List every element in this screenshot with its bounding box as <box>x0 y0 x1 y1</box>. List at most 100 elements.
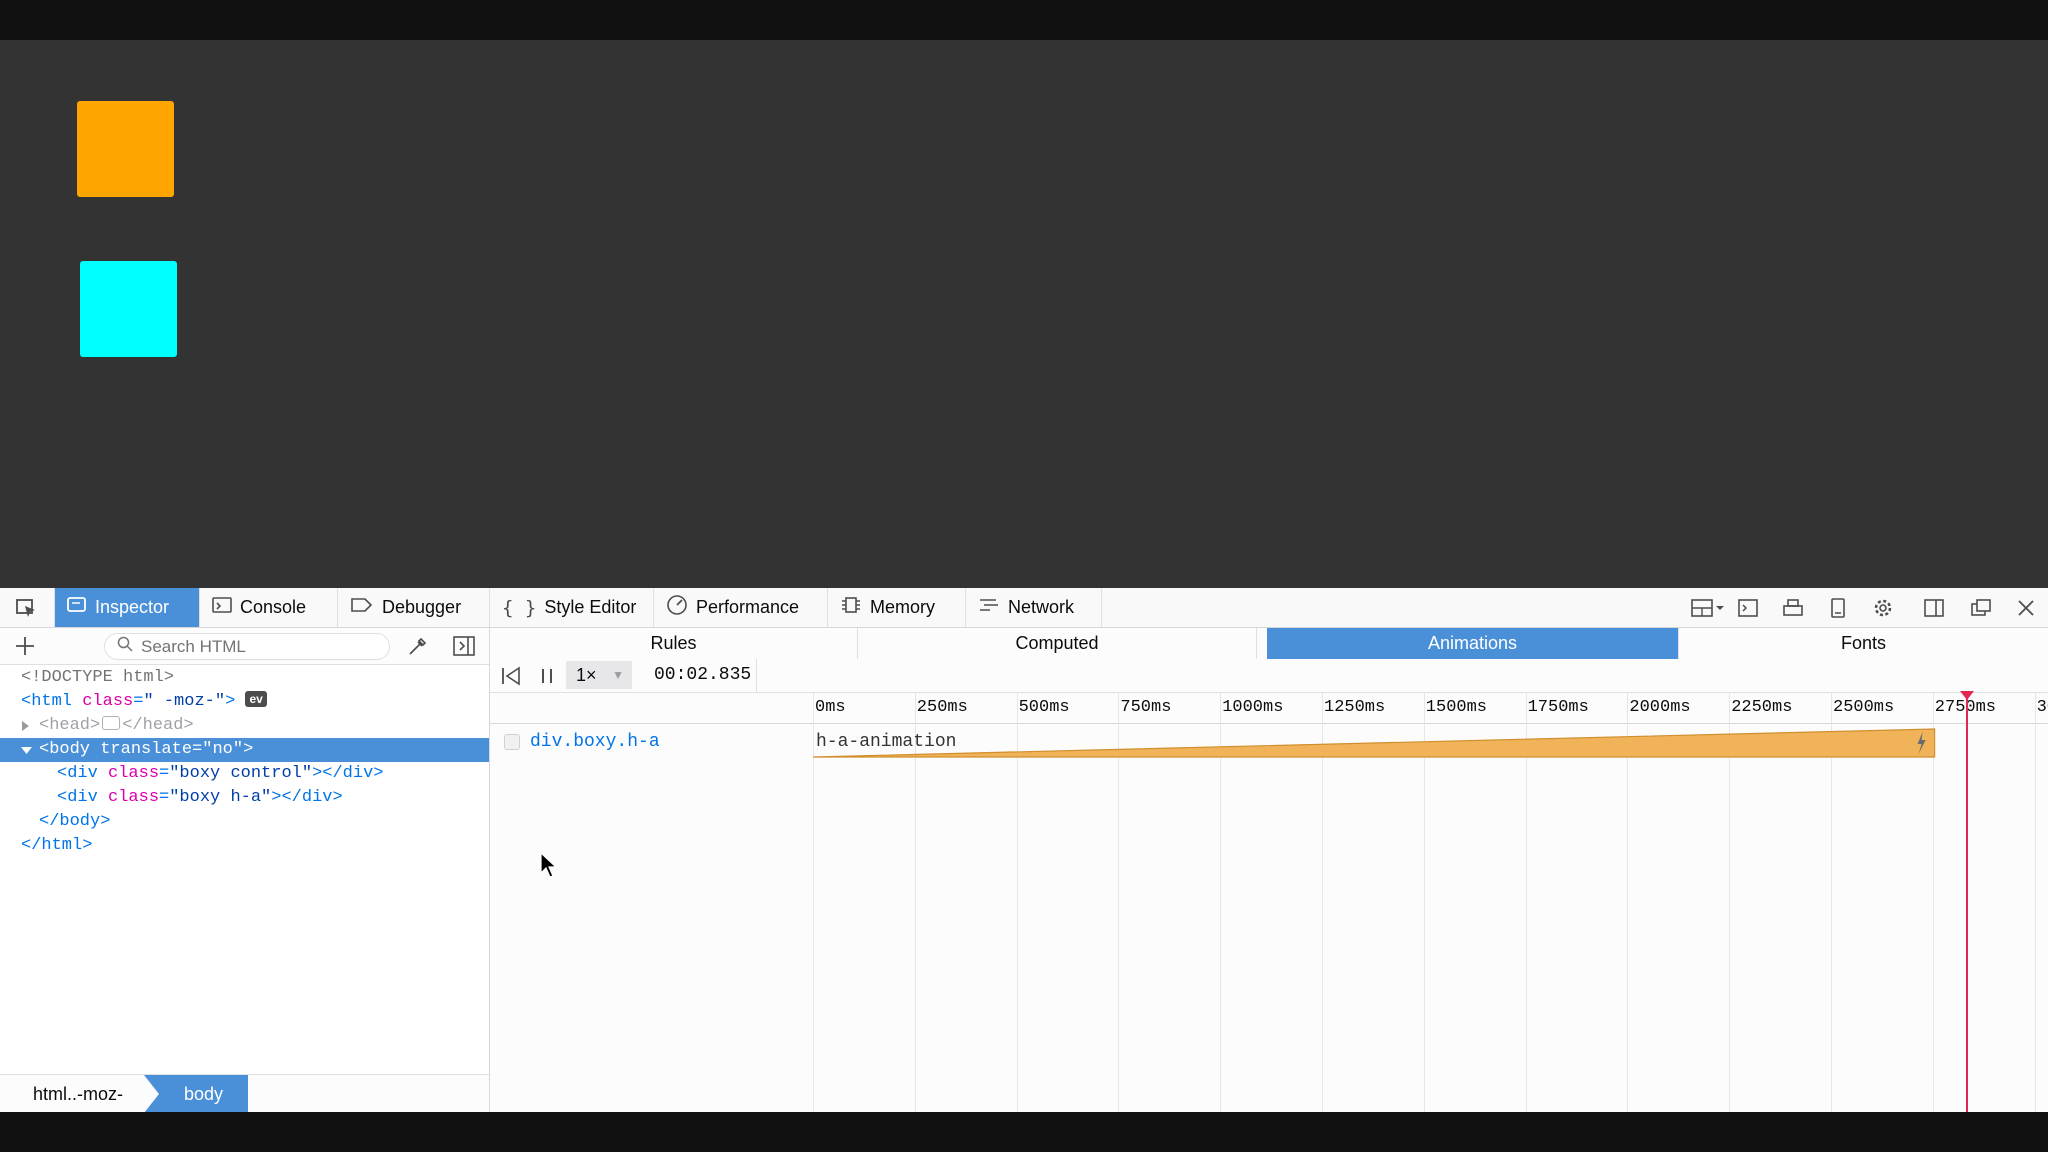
div-close-tag: ></div> <box>271 788 343 807</box>
tab-label: Console <box>240 597 307 617</box>
body-open-tag: <body <box>39 740 91 759</box>
breadcrumb-item-body[interactable]: body <box>144 1075 248 1113</box>
tab-console[interactable]: Console <box>200 588 338 627</box>
tab-animations[interactable]: Animations <box>1267 628 1679 659</box>
breadcrumb: html..-moz- body <box>0 1074 489 1113</box>
attr-name: class <box>108 764 160 783</box>
page-viewport <box>0 40 2048 588</box>
element-picker-icon[interactable] <box>14 596 38 620</box>
breadcrumb-label: body <box>184 1084 224 1104</box>
div-close-tag: ></div> <box>312 764 384 783</box>
add-node-icon[interactable] <box>14 635 36 662</box>
split-console-icon[interactable] <box>1736 596 1760 620</box>
animation-toolbar: 1× ▼ 00:02.835 <box>490 659 2048 693</box>
tab-rules[interactable]: Rules <box>490 628 858 659</box>
markup-toolbar: Search HTML <box>0 628 489 665</box>
markup-line-div-control[interactable]: <div class="boxy control"></div> <box>0 762 489 786</box>
inspector-icon <box>67 596 87 619</box>
eyedropper-icon[interactable] <box>406 634 430 663</box>
pause-icon[interactable] <box>536 665 558 692</box>
tab-label: Network <box>1008 597 1075 617</box>
attr-value: " -moz-" <box>143 692 226 711</box>
tab-label: Style Editor <box>544 597 637 617</box>
div-open-tag: <div <box>57 764 98 783</box>
console-icon <box>212 596 232 619</box>
tab-debugger[interactable]: Debugger <box>338 588 490 627</box>
markup-line-body[interactable]: <body translate="no"> <box>0 738 489 762</box>
sidebar-tabs: Rules Computed Animations Fonts <box>490 628 2048 660</box>
tab-fonts[interactable]: Fonts <box>1679 628 2048 659</box>
markup-line-body-end[interactable]: </body> <box>0 810 489 834</box>
tab-computed[interactable]: Computed <box>858 628 1257 659</box>
html-open-tag: <html <box>21 692 73 711</box>
attr-value: "boxy control" <box>169 764 313 783</box>
event-badge[interactable]: ev <box>245 691 267 707</box>
window-top-bar <box>0 0 2048 40</box>
equals: = <box>159 764 170 783</box>
collapsed-ellipsis-icon[interactable] <box>102 716 121 730</box>
div-open-tag: <div <box>57 788 98 807</box>
tab-inspector[interactable]: Inspector <box>54 588 200 627</box>
tab-memory[interactable]: Memory <box>828 588 966 627</box>
tab-label: Inspector <box>95 597 170 617</box>
braces-icon: { } <box>502 596 537 619</box>
toggle-sidebar-icon[interactable] <box>452 634 476 663</box>
tab-label: Performance <box>696 597 800 617</box>
animation-bar-layer <box>812 728 1936 758</box>
head-open-tag: <head> <box>39 716 101 735</box>
equals: = <box>192 740 203 759</box>
markup-line-html[interactable]: <html class=" -moz-"> ev <box>0 690 489 714</box>
responsive-icon[interactable] <box>1826 596 1850 620</box>
timeline-scrubber[interactable] <box>1960 691 1975 1112</box>
cyan-box <box>80 261 177 357</box>
markup-line-html-end[interactable]: </html> <box>0 834 489 858</box>
html-close-tag: </html> <box>21 836 93 855</box>
equals: = <box>159 788 170 807</box>
doctype-text: <!DOCTYPE html> <box>21 668 175 687</box>
settings-icon[interactable] <box>1871 596 1895 620</box>
attr-name: class <box>108 788 160 807</box>
orange-box <box>77 101 174 197</box>
devtools-panel: Inspector Console Debugger { } Style Edi… <box>0 588 2048 1113</box>
chevron-down-icon: ▼ <box>612 668 624 682</box>
markup-line-head[interactable]: <head> </head> <box>0 714 489 738</box>
search-icon <box>117 636 133 657</box>
equals: = <box>133 692 144 711</box>
divider <box>756 659 757 692</box>
attr-value: "boxy h-a" <box>169 788 272 807</box>
undock-icon[interactable] <box>1969 596 1993 620</box>
animation-name: h-a-animation <box>816 732 957 752</box>
rewind-icon[interactable] <box>500 665 522 692</box>
body-close-tag: </body> <box>39 812 111 831</box>
layout-icon[interactable] <box>1688 596 1728 620</box>
memory-icon <box>840 595 862 620</box>
tab-label: Debugger <box>382 597 462 617</box>
markup-line-div-ha[interactable]: <div class="boxy h-a"></div> <box>0 786 489 810</box>
network-icon <box>978 596 1000 619</box>
tab-style-editor[interactable]: { } Style Editor <box>490 588 654 627</box>
scrubber-handle[interactable] <box>1960 691 1975 701</box>
attr-value: "no" <box>202 740 244 759</box>
tab-network[interactable]: Network <box>966 588 1102 627</box>
breadcrumb-item-html[interactable]: html..-moz- <box>33 1075 123 1113</box>
sidebar-panel: Rules Computed Animations Fonts 1× ▼ 00:… <box>490 628 2048 1112</box>
print-icon[interactable] <box>1781 596 1805 620</box>
close-icon[interactable] <box>2014 596 2038 620</box>
animation-bar[interactable] <box>812 728 1936 758</box>
playback-rate-value: 1× <box>576 665 597 685</box>
gauge-icon <box>666 594 688 621</box>
attr-name: class <box>82 692 134 711</box>
mouse-cursor-icon <box>540 851 558 883</box>
search-html-input[interactable]: Search HTML <box>104 633 390 660</box>
scrubber-handle-shape <box>1960 691 1975 700</box>
playback-rate-select[interactable]: 1× ▼ <box>566 661 632 689</box>
window-bottom-bar <box>0 1112 2048 1152</box>
markup-line-doctype[interactable]: <!DOCTYPE html> <box>0 666 489 690</box>
dock-side-icon[interactable] <box>1922 596 1946 620</box>
tab-performance[interactable]: Performance <box>654 588 828 627</box>
close-bracket: > <box>243 740 254 759</box>
head-close-tag: </head> <box>122 716 194 735</box>
close-bracket: > <box>225 692 236 711</box>
animation-row[interactable]: div.boxy.h-a h-a-animation <box>490 723 2048 761</box>
debugger-icon <box>350 596 374 619</box>
